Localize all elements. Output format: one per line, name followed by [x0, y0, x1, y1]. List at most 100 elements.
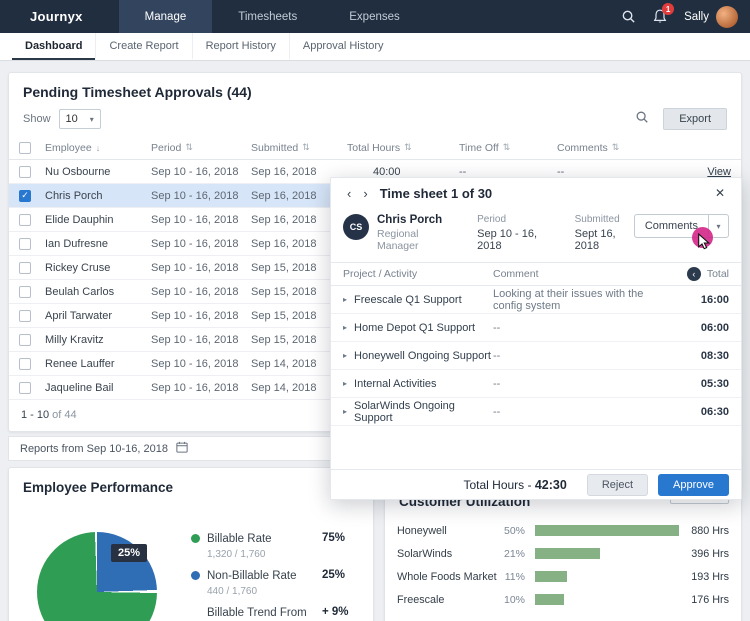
legend-item: Billable Trend From Last Week + 9% — [191, 606, 361, 621]
row-checkbox[interactable]: ✓ — [19, 189, 31, 202]
project-total: 06:00 — [700, 321, 729, 334]
tab-approval-history[interactable]: Approval History — [288, 33, 397, 60]
legend-sub: 1,320 / 1,760 — [207, 548, 266, 560]
total-hours: Total Hours - 42:30 — [463, 478, 566, 492]
legend-label: Billable Rate — [207, 533, 272, 545]
employee-name: Elide Dauphin — [45, 213, 114, 226]
view-link[interactable]: View — [707, 166, 731, 178]
column-header-period[interactable]: Period ⇅ — [151, 142, 251, 154]
row-checkbox[interactable]: ✓ — [19, 165, 31, 178]
expand-caret-icon[interactable]: ▸ — [343, 323, 347, 332]
pagination-total: of 44 — [52, 409, 77, 421]
column-header-comments[interactable]: Comments ⇅ — [557, 142, 697, 154]
nav-expenses[interactable]: Expenses — [323, 0, 426, 33]
customer-hours: 396 Hrs — [691, 547, 729, 560]
submitted-value: Sept 16, 2018 — [574, 228, 616, 252]
collapse-column-icon[interactable]: ‹ — [686, 267, 701, 281]
nav-timesheets[interactable]: Timesheets — [212, 0, 323, 33]
table-header: ✓ Employee↓ Period⇅ Submitted⇅ Total Hou… — [9, 136, 741, 160]
tab-create-report[interactable]: Create Report — [95, 33, 191, 60]
customer-pct: 21% — [503, 547, 525, 560]
row-checkbox[interactable]: ✓ — [19, 357, 31, 370]
column-header-employee[interactable]: Employee ↓ — [45, 142, 151, 154]
customer-hours: 880 Hrs — [691, 524, 729, 537]
reports-range-bar[interactable]: Reports from Sep 10-16, 2018 — [8, 436, 376, 461]
row-period: Sep 10 - 16, 2018 — [151, 333, 239, 346]
select-all-checkbox[interactable]: ✓ — [19, 141, 31, 154]
reports-range-label: Reports from Sep 10-16, 2018 — [20, 442, 168, 455]
customer-name: Honeywell — [397, 524, 447, 537]
app-logo[interactable]: Journyx — [30, 0, 83, 33]
table-search-icon[interactable] — [635, 110, 649, 129]
panel-footer: Total Hours - 42:30 Reject Approve — [331, 469, 741, 499]
row-checkbox[interactable]: ✓ — [19, 261, 31, 274]
tab-report-history[interactable]: Report History — [191, 33, 289, 60]
column-header-time-off[interactable]: Time Off ⇅ — [459, 142, 557, 154]
row-checkbox[interactable]: ✓ — [19, 309, 31, 322]
row-checkbox[interactable]: ✓ — [19, 237, 31, 250]
row-checkbox[interactable]: ✓ — [19, 285, 31, 298]
tab-dashboard[interactable]: Dashboard — [12, 33, 96, 60]
reject-button[interactable]: Reject — [586, 473, 649, 496]
project-name: Honeywell Ongoing Support — [354, 349, 491, 362]
row-total-hours: 40:00 — [373, 165, 401, 178]
expand-caret-icon[interactable]: ▸ — [343, 407, 347, 416]
utilization-row: Freescale 10% 176 Hrs — [397, 591, 729, 608]
submitted-label: Submitted — [574, 214, 620, 225]
row-period: Sep 10 - 16, 2018 — [151, 261, 239, 274]
legend-value: + 9% — [322, 605, 349, 618]
column-header-total-hours[interactable]: Total Hours ⇅ — [347, 142, 459, 154]
column-header-submitted[interactable]: Submitted ⇅ — [251, 142, 347, 154]
project-comment: -- — [493, 377, 501, 390]
mouse-cursor — [698, 233, 711, 250]
timesheet-detail-panel: ‹ › Time sheet 1 of 30 ✕ CS Chris Porch … — [330, 177, 742, 500]
detail-row[interactable]: ▸ SolarWinds Ongoing Support -- 06:30 — [331, 398, 741, 426]
employee-name: April Tarwater — [45, 309, 113, 322]
page-size-select[interactable]: 10 ▾ — [58, 109, 101, 129]
top-navbar: Journyx Manage Timesheets Expenses 1 Sal… — [0, 0, 750, 33]
close-icon[interactable]: ✕ — [711, 184, 729, 202]
utilization-row: Honeywell 50% 880 Hrs — [397, 522, 729, 539]
prev-timesheet-icon[interactable]: ‹ — [343, 186, 355, 201]
detail-row[interactable]: ▸ Freescale Q1 Support Looking at their i… — [331, 286, 741, 314]
search-icon[interactable] — [621, 9, 636, 24]
row-period: Sep 10 - 16, 2018 — [151, 237, 239, 250]
employee-name: Renee Lauffer — [45, 357, 115, 370]
row-comments: -- — [557, 165, 565, 178]
employee-name: Jaqueline Bail — [45, 381, 114, 394]
approve-button[interactable]: Approve — [658, 473, 729, 496]
sort-icon: ⇅ — [302, 142, 310, 152]
performance-legend: Billable Rate 75% 1,320 / 1,760 Non-Bill… — [191, 532, 361, 621]
detail-row[interactable]: ▸ Home Depot Q1 Support -- 06:00 — [331, 314, 741, 342]
customer-hours: 176 Hrs — [691, 593, 729, 606]
customer-pct: 11% — [504, 570, 525, 583]
legend-value: 75% — [322, 532, 346, 544]
row-checkbox[interactable]: ✓ — [19, 213, 31, 226]
bell-icon[interactable]: 1 — [653, 3, 675, 24]
row-period: Sep 10 - 16, 2018 — [151, 357, 239, 370]
next-timesheet-icon[interactable]: › — [359, 186, 371, 201]
expand-caret-icon[interactable]: ▸ — [343, 351, 347, 360]
sort-icon: ⇅ — [611, 142, 620, 152]
expand-caret-icon[interactable]: ▸ — [343, 295, 347, 304]
expand-caret-icon[interactable]: ▸ — [343, 379, 347, 388]
period-block: Period Sep 10 - 16, 2018 — [477, 214, 553, 252]
row-checkbox[interactable]: ✓ — [19, 381, 31, 394]
customer-pct: 50% — [503, 524, 525, 537]
panel-info: CS Chris Porch Regional Manager Period S… — [331, 208, 741, 262]
project-name: SolarWinds Ongoing Support — [354, 399, 455, 424]
utilization-bar — [535, 571, 567, 582]
detail-row[interactable]: ▸ Internal Activities -- 05:30 — [331, 370, 741, 398]
nav-manage[interactable]: Manage — [118, 0, 213, 33]
calendar-icon[interactable] — [176, 441, 188, 456]
employee-name: Rickey Cruse — [45, 261, 111, 274]
detail-row[interactable]: ▸ Honeywell Ongoing Support -- 08:30 — [331, 342, 741, 370]
export-button[interactable]: Export — [663, 108, 727, 130]
project-name: Freescale Q1 Support — [354, 293, 462, 306]
row-checkbox[interactable]: ✓ — [19, 333, 31, 346]
comments-dropdown-button[interactable]: Comments ▾ — [633, 214, 729, 238]
project-comment: -- — [493, 321, 501, 334]
project-total: 05:30 — [700, 377, 729, 390]
utilization-bars: Honeywell 50% 880 Hrs SolarWinds 21% 396… — [397, 522, 729, 608]
user-menu[interactable]: Sally — [684, 5, 738, 28]
